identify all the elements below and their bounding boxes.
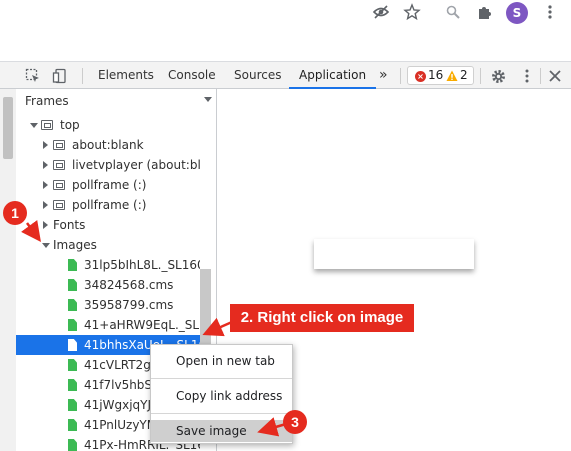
step-3-badge: 3 [283,410,307,434]
image-file-icon [68,339,77,351]
expand-arrow-icon[interactable] [43,161,48,169]
tab-elements[interactable]: Elements [98,62,154,89]
list-item[interactable]: 31lp5bIhL8L._SL160_.j [16,255,200,275]
eye-off-icon[interactable] [372,3,390,21]
kebab-menu-icon[interactable] [541,3,559,21]
list-item[interactable]: 34824568.cms [16,275,200,295]
tree-item-frame[interactable]: pollframe (:) [16,175,200,195]
close-icon[interactable] [546,67,564,85]
image-file-icon [68,399,77,411]
image-file-icon [68,299,77,311]
search-icon[interactable] [444,3,462,21]
more-tabs-button[interactable]: » [379,62,388,89]
expand-arrow-icon[interactable] [43,201,48,209]
menu-item-copy-link[interactable]: Copy link address [151,385,292,407]
avatar[interactable]: S [506,2,528,24]
tree-item-frame[interactable]: pollframe (:) [16,195,200,215]
gear-icon[interactable] [489,67,507,85]
tab-sources[interactable]: Sources [234,62,281,89]
frame-icon [53,140,65,150]
image-file-icon [68,379,77,391]
error-icon: × [415,71,426,82]
expand-arrow-icon[interactable] [43,221,48,229]
collapse-icon[interactable] [204,97,212,102]
expand-arrow-icon[interactable] [43,141,48,149]
image-file-icon [68,259,77,271]
warning-count: 2 [460,68,468,82]
frame-icon [53,160,65,170]
scrollbar-thumb[interactable] [3,97,13,159]
scrollbar[interactable] [0,89,16,451]
expand-arrow-icon[interactable] [42,243,50,248]
inspect-element-icon[interactable] [24,67,42,85]
warning-icon [446,70,458,85]
issues-counter[interactable]: × 16 2 [407,66,474,85]
frames-header: Frames [25,94,69,108]
tab-application[interactable]: Application [289,62,377,89]
device-toolbar-icon[interactable] [51,67,69,85]
expand-arrow-icon[interactable] [43,181,48,189]
kebab-menu-icon[interactable] [518,67,536,85]
step-2-callout: 2. Right click on image [230,304,414,332]
star-icon[interactable] [403,3,421,21]
error-count: 16 [428,68,444,82]
tree-item-frame[interactable]: about:blank [16,135,200,155]
frame-icon [53,200,65,210]
browser-toolbar: S [0,0,571,62]
image-file-icon [68,359,77,371]
frame-icon [53,180,65,190]
image-preview [314,239,474,269]
expand-arrow-icon[interactable] [30,123,38,128]
context-menu: Open in new tab Copy link address Save i… [150,344,293,444]
menu-item-save-image[interactable]: Save image [151,420,292,442]
image-file-icon [68,319,77,331]
extensions-icon[interactable] [476,3,494,21]
list-item[interactable]: 41+aHRW9EqL._SL160 [16,315,200,335]
tree-item-fonts[interactable]: Fonts [16,215,200,235]
tree-item-frame[interactable]: livetvplayer (about:blank [16,155,200,175]
devtools-toolbar: Elements Console Sources Application » ×… [0,62,571,89]
tree-item-top[interactable]: top [16,115,200,135]
list-item[interactable]: 35958799.cms [16,295,200,315]
image-file-icon [68,439,77,451]
tree-item-images[interactable]: Images [16,235,200,255]
menu-item-open-new-tab[interactable]: Open in new tab [151,350,292,372]
tab-console[interactable]: Console [168,62,216,89]
image-file-icon [68,419,77,431]
frame-icon [41,120,53,130]
image-file-icon [68,279,77,291]
step-1-badge: 1 [3,201,27,225]
